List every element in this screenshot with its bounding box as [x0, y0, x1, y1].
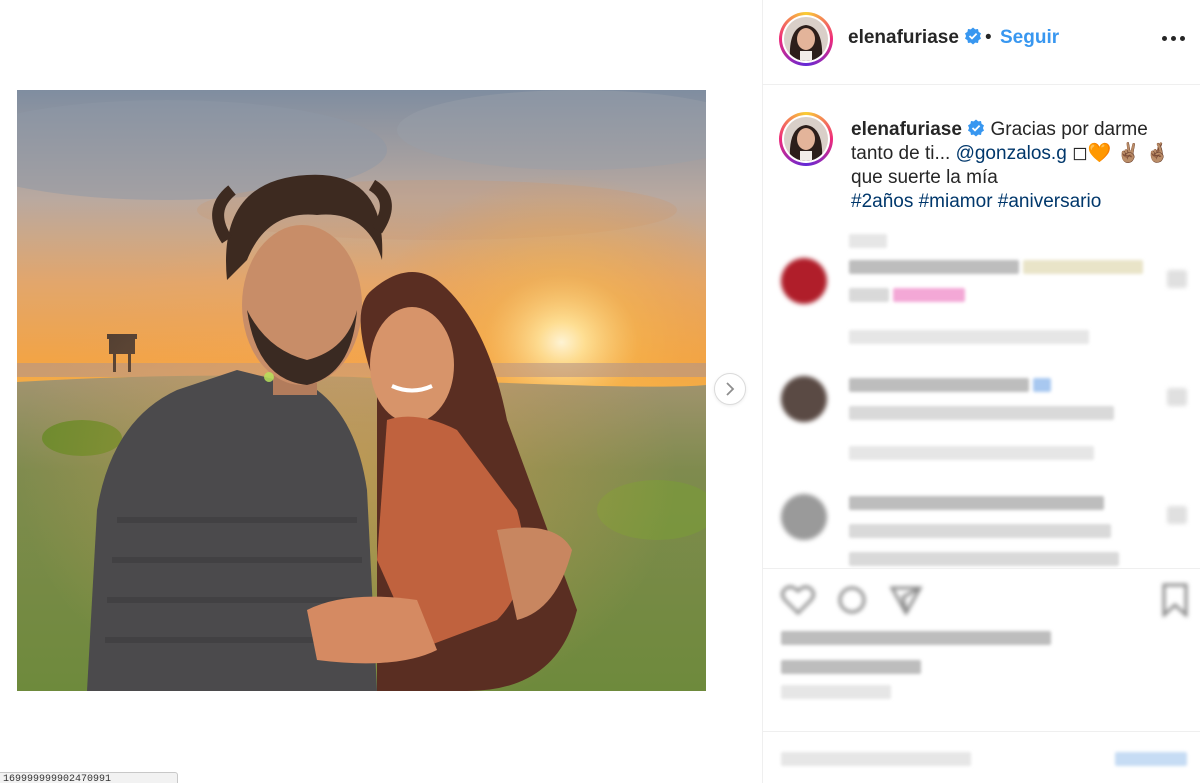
post-date — [781, 685, 891, 704]
likes-summary[interactable] — [781, 631, 1051, 689]
comment-input[interactable] — [781, 752, 971, 771]
caption-line2: que suerte la mía — [851, 167, 998, 188]
comment-like-icon[interactable] — [1167, 506, 1187, 524]
comment-like-icon[interactable] — [1167, 270, 1187, 288]
publish-button[interactable] — [1115, 752, 1187, 771]
media-area: 169999999902470991 — [0, 0, 762, 783]
share-icon[interactable] — [889, 585, 923, 615]
comment-icon[interactable] — [835, 585, 869, 615]
caption-hashtags[interactable]: #2años #miamor #aniversario — [851, 191, 1101, 212]
bookmark-icon[interactable] — [1161, 583, 1189, 617]
comment-like-icon[interactable] — [1167, 388, 1187, 406]
comment-avatar[interactable] — [781, 376, 827, 422]
heart-icon[interactable] — [781, 585, 815, 615]
comment-avatar[interactable] — [781, 494, 827, 540]
caption-avatar[interactable] — [779, 112, 833, 166]
profile-photo-icon — [784, 17, 828, 61]
caption-text: elenafuriase Gracias por darme tanto de … — [851, 118, 1181, 214]
status-url-tooltip: 169999999902470991 — [0, 772, 178, 783]
more-options-icon[interactable] — [1162, 36, 1185, 41]
add-comment-bar — [763, 731, 1200, 783]
header-username[interactable]: elenafuriase — [848, 27, 982, 49]
chevron-right-icon — [726, 382, 735, 396]
sunset-couple-image — [17, 90, 706, 691]
comment-avatar[interactable] — [781, 258, 827, 304]
caption-timestamp — [849, 234, 887, 253]
caption-username[interactable]: elenafuriase — [851, 119, 962, 140]
follow-button[interactable]: Seguir — [1000, 27, 1059, 49]
header-avatar[interactable] — [779, 12, 833, 66]
header-separator: • — [985, 27, 992, 48]
post-header: elenafuriase • Seguir — [763, 0, 1200, 85]
verified-badge-icon — [968, 119, 985, 137]
caption-mention[interactable]: @gonzalos.g — [956, 143, 1067, 164]
post-photo[interactable] — [17, 90, 706, 691]
next-photo-button[interactable] — [714, 373, 746, 405]
caption-emojis: ◻🧡 ✌🏽 🤞🏽 — [1066, 143, 1170, 164]
verified-badge-icon — [965, 27, 982, 45]
post-actions — [763, 568, 1200, 783]
instagram-post-view: 169999999902470991 elenafuriase • Seguir… — [0, 0, 1200, 783]
post-side-panel: elenafuriase • Seguir elenafuriase Graci… — [762, 0, 1200, 783]
profile-photo-icon — [784, 117, 828, 161]
